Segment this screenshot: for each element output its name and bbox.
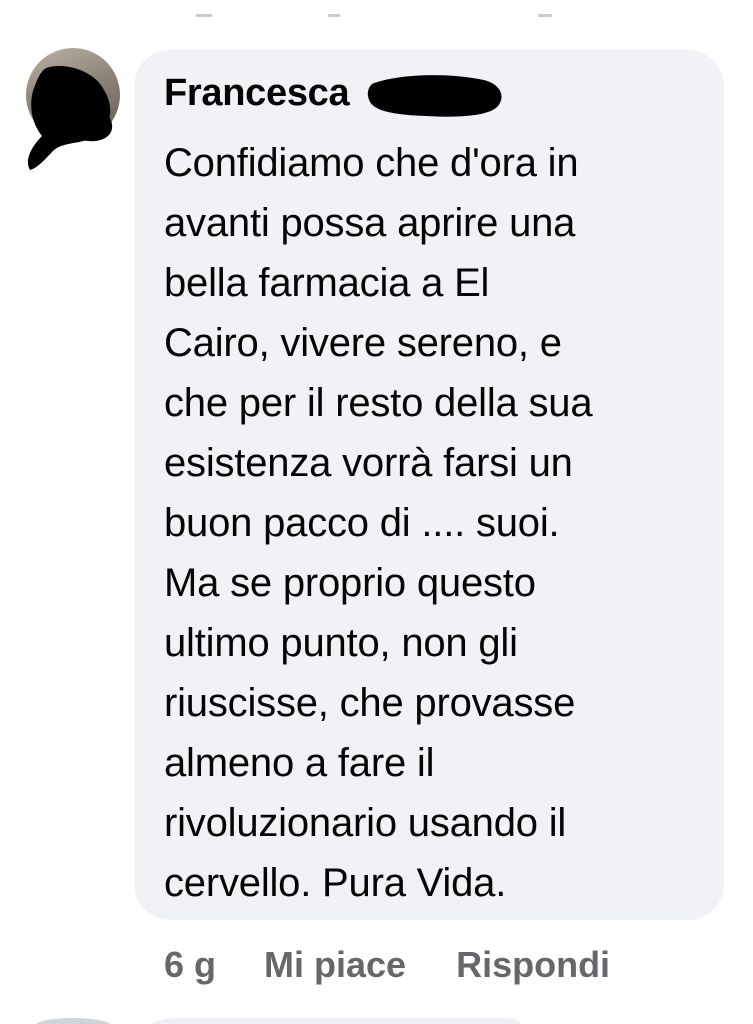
- next-comment-remnant: [36, 1018, 522, 1024]
- comment-author-name[interactable]: Francesca: [164, 72, 350, 115]
- comment-text: Confidiamo che d'ora in avanti possa apr…: [164, 141, 593, 905]
- like-button[interactable]: Mi piace: [264, 944, 406, 986]
- avatar-redaction-scribble: [27, 66, 113, 170]
- reply-button[interactable]: Rispondi: [456, 944, 610, 986]
- comment-actions: 6 g Mi piace Rispondi: [164, 940, 610, 990]
- previous-comment-remnant: [0, 12, 753, 20]
- name-redaction-mark: [367, 75, 502, 117]
- comment-timestamp[interactable]: 6 g: [164, 944, 216, 986]
